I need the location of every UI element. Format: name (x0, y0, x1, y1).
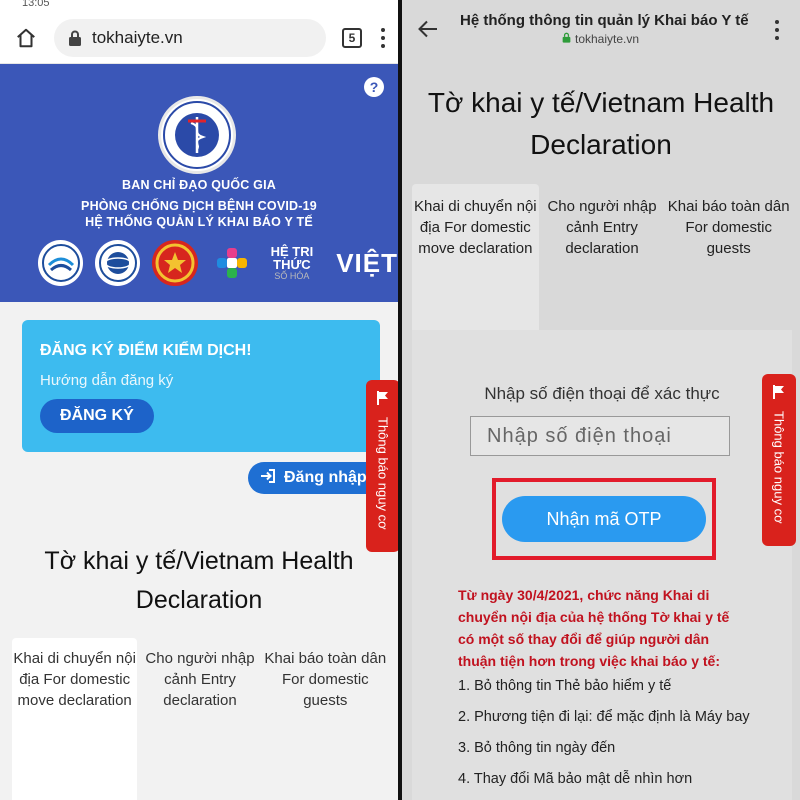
list-item: 4. Thay đổi Mã bảo mật dễ nhìn hơn (458, 771, 693, 787)
national-emblem-logo (152, 240, 198, 286)
tab-entry[interactable]: Cho người nhập cảnh Entry declaration (539, 184, 666, 330)
banner-title-line3: HỆ THỐNG QUẢN LÝ KHAI BÁO Y TẾ (85, 215, 313, 229)
risk-alert-label: Thông báo nguy cơ (375, 417, 391, 530)
webapp-url-text: tokhaiyte.vn (575, 32, 640, 46)
get-otp-button[interactable]: Nhận mã OTP (502, 496, 706, 542)
page-title: Tờ khai y tế/Vietnam Health Declaration (44, 547, 354, 614)
login-label: Đăng nhập (284, 469, 367, 486)
tab-domestic-move[interactable]: Khai di chuyển nội địa For domestic move… (412, 184, 539, 330)
risk-alert-tab[interactable]: Thông báo nguy cơ (762, 374, 796, 546)
register-guide-link[interactable]: Hướng dẫn đăng ký (40, 372, 362, 389)
home-icon[interactable] (12, 24, 40, 52)
register-card: ĐĂNG KÝ ĐIỂM KIỂM DỊCH! Hướng dẫn đăng k… (22, 320, 380, 452)
tab-entry[interactable]: Cho người nhập cảnh Entry declaration (137, 638, 262, 800)
status-bar: 13:05 (0, 0, 398, 12)
right-phone-screen: Hệ thống thông tin quản lý Khai báo Y tế… (402, 0, 800, 800)
phone-label: Nhập số điện thoại để xác thực (484, 384, 720, 403)
lock-icon (562, 32, 571, 46)
tab-domestic-guests[interactable]: Khai báo toàn dân For domestic guests (665, 184, 792, 330)
list-item: 2. Phương tiện đi lại: để mặc định là Má… (458, 709, 750, 725)
login-icon (260, 468, 276, 489)
tab-domestic-guests[interactable]: Khai báo toàn dân For domestic guests (263, 638, 388, 800)
help-icon[interactable]: ? (364, 77, 384, 97)
register-button[interactable]: ĐĂNG KÝ (40, 399, 154, 433)
page-title: Tờ khai y tế/Vietnam Health Declaration (427, 87, 775, 160)
banner-title-line1: BAN CHỈ ĐẠO QUỐC GIA (122, 178, 276, 192)
kebab-menu-icon[interactable] (774, 20, 780, 40)
url-text: tokhaiyte.vn (92, 27, 183, 47)
phone-input[interactable]: Nhập số điện thoại (470, 416, 730, 456)
kebab-menu-icon[interactable] (380, 27, 386, 48)
tab-domestic-move[interactable]: Khai di chuyển nội địa For domestic move… (12, 638, 138, 800)
brand-sub: SỐ HÓA (274, 271, 310, 281)
webapp-url: tokhaiyte.vn (562, 32, 639, 46)
alert-flag-icon (376, 390, 390, 411)
webapp-header: Hệ thống thông tin quản lý Khai báo Y tế… (402, 0, 800, 58)
notice-list: 1. Bỏ thông tin Thẻ bảo hiểm y tế 2. Phư… (458, 676, 758, 800)
tab-switcher-button[interactable]: 5 (342, 27, 362, 48)
webapp-title: Hệ thống thông tin quản lý Khai báo Y tế (460, 12, 749, 29)
banner-title-line2: PHÒNG CHỐNG DỊCH BỆNH COVID-19 (81, 199, 317, 213)
list-item: 1. Bỏ thông tin Thẻ bảo hiểm y tế (458, 678, 672, 694)
header-banner: ? BAN CHỈ ĐẠO QUỐC GIA PHÒNG CHỐNG DỊCH … (0, 64, 398, 302)
brand-small: HỆ TRI THỨC (270, 244, 314, 272)
ministry-seal-logo (158, 96, 236, 174)
status-time: 13:05 (22, 0, 50, 9)
browser-toolbar: tokhaiyte.vn 5 (0, 12, 398, 64)
brand-big: VIỆT (336, 248, 398, 278)
he-tri-thuc-logo: HỆ TRI THỨC SỐ HÓA VIỆT (216, 245, 398, 281)
address-bar[interactable]: tokhaiyte.vn (54, 18, 326, 57)
science-tech-logo (95, 240, 141, 286)
risk-alert-tab[interactable]: Thông báo nguy cơ (366, 380, 398, 552)
flower-icon (216, 247, 248, 279)
declaration-tabs: Khai di chuyển nội địa For domestic move… (412, 184, 792, 330)
highlight-frame: Nhận mã OTP (492, 478, 716, 560)
tab-content-panel: Nhập số điện thoại để xác thực Nhập số đ… (412, 330, 792, 800)
notice-text: Từ ngày 30/4/2021, chức năng Khai di chu… (458, 587, 730, 669)
partner-logos: HỆ TRI THỨC SỐ HÓA VIỆT (38, 240, 398, 286)
lock-icon (68, 30, 82, 46)
ict-logo (38, 240, 84, 286)
back-arrow-icon[interactable] (418, 20, 438, 43)
left-phone-screen: 13:05 tokhaiyte.vn 5 ? BAN CHỈ ĐẠO QUỐC … (0, 0, 398, 800)
risk-alert-label: Thông báo nguy cơ (771, 411, 787, 524)
declaration-tabs: Khai di chuyển nội địa For domestic move… (12, 638, 388, 800)
register-title: ĐĂNG KÝ ĐIỂM KIỂM DỊCH! (40, 342, 252, 359)
list-item: 3. Bỏ thông tin ngày đến (458, 740, 616, 756)
alert-flag-icon (772, 384, 786, 405)
